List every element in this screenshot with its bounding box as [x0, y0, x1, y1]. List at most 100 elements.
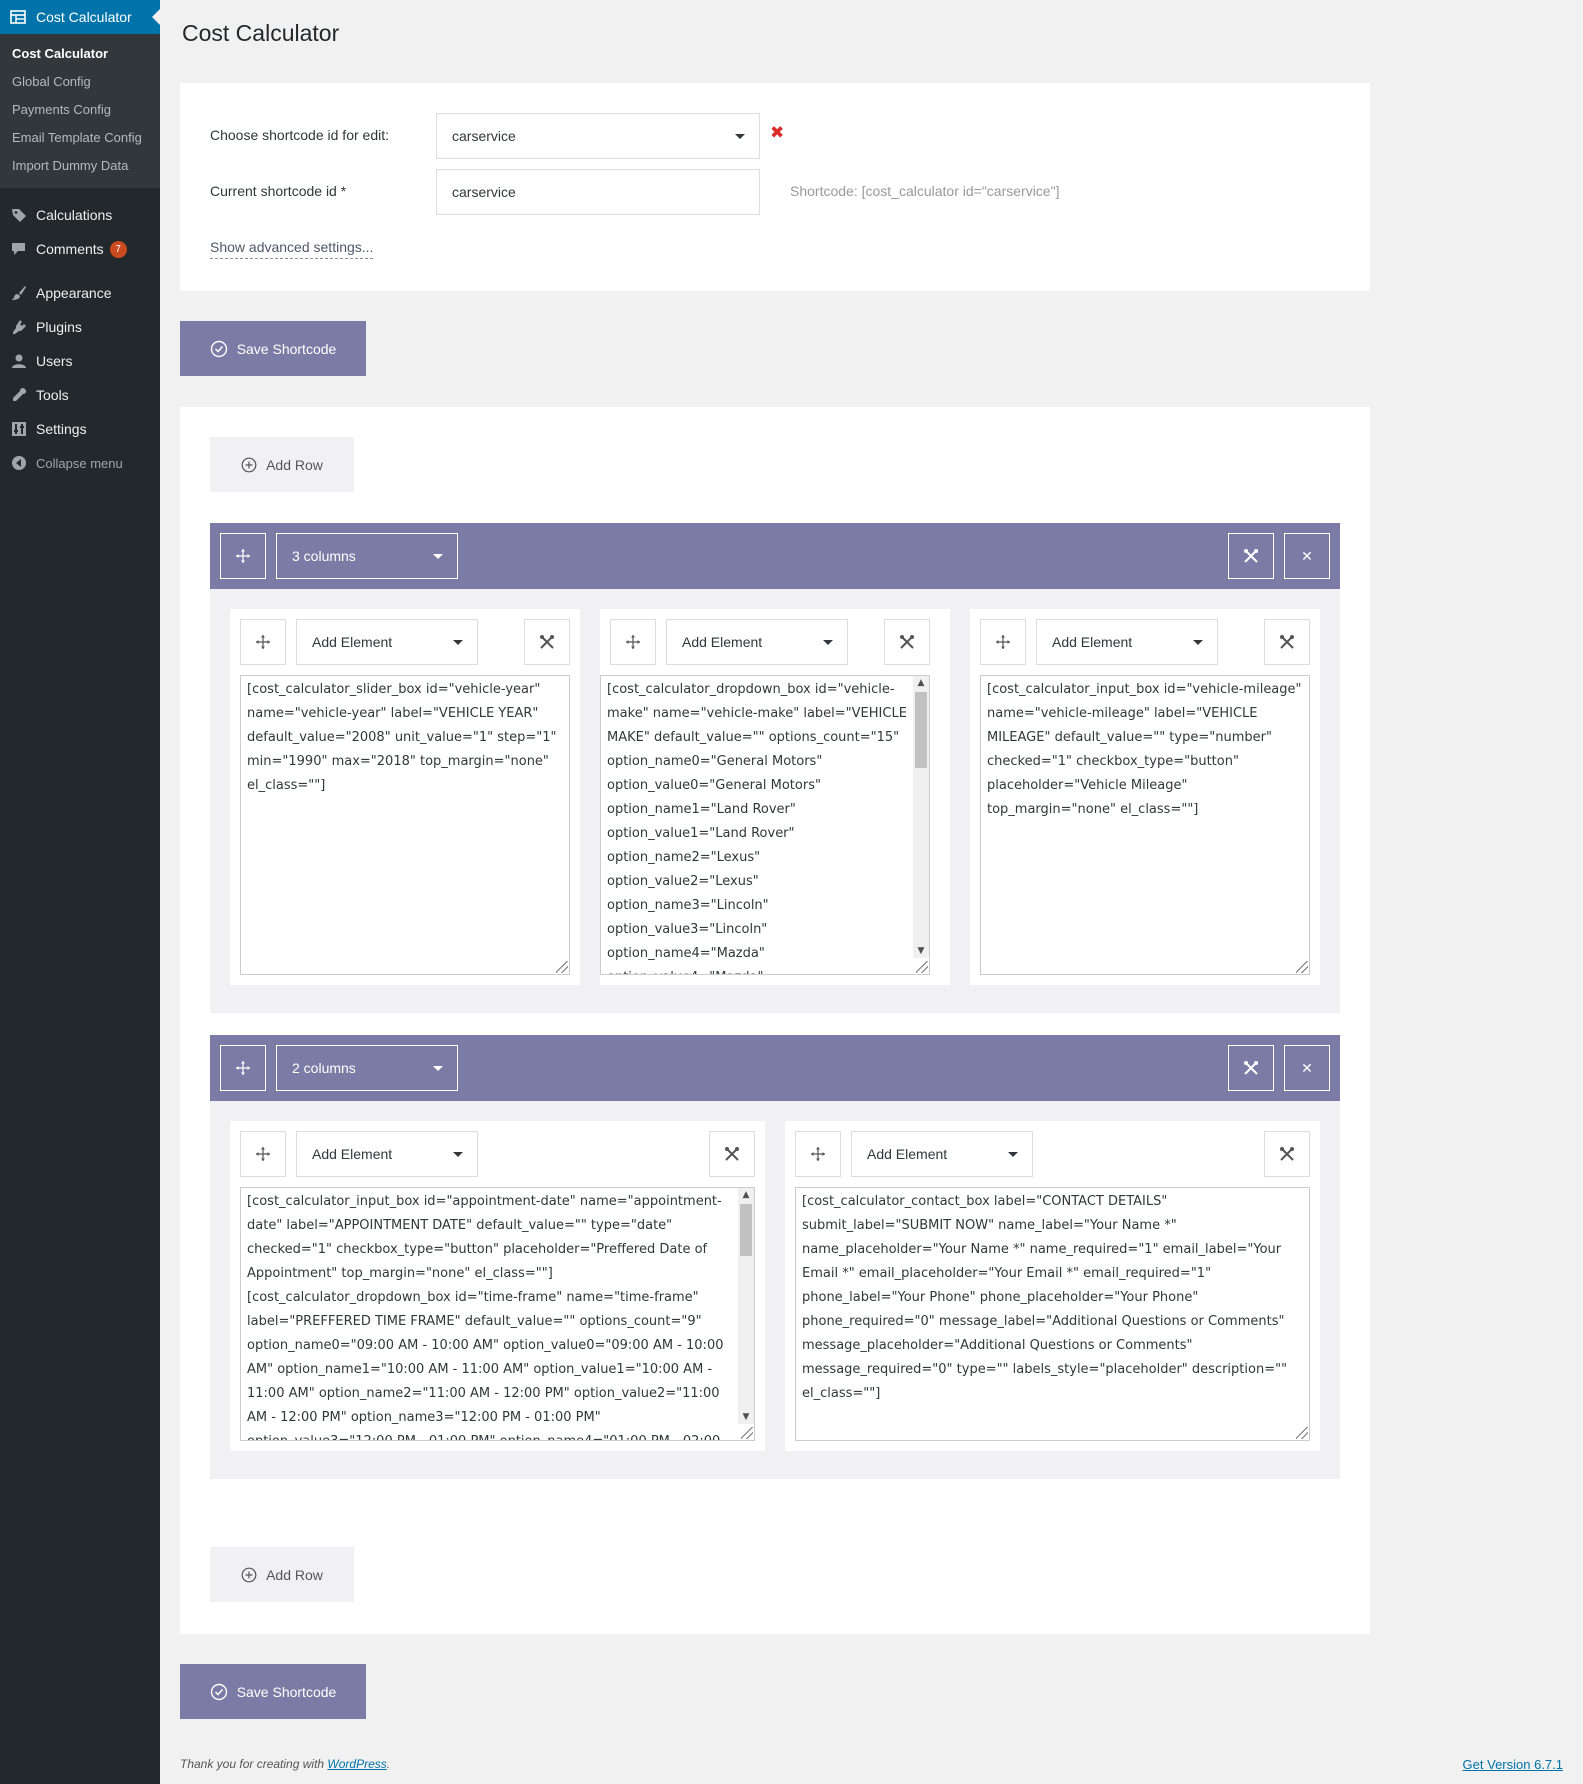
column-settings-icon[interactable]: [709, 1131, 755, 1177]
wrench-icon: [10, 386, 28, 404]
move-icon[interactable]: [980, 619, 1026, 665]
comment-icon: [10, 240, 28, 258]
settings-sliders-icon: [10, 420, 28, 438]
resize-handle[interactable]: [556, 961, 568, 973]
add-element-select[interactable]: Add Element: [296, 1131, 478, 1177]
show-advanced-settings-link[interactable]: Show advanced settings...: [210, 239, 374, 259]
add-element-select[interactable]: Add Element: [851, 1131, 1033, 1177]
row-1-toolbar: 3 columns ✕: [210, 523, 1340, 589]
table-icon: [9, 8, 27, 26]
row-2-move-icon[interactable]: [220, 1045, 266, 1091]
shortcode-textarea[interactable]: [cost_calculator_dropdown_box id="vehicl…: [600, 675, 930, 975]
add-row-button-bottom[interactable]: Add Row: [210, 1547, 354, 1602]
shortcode-textarea[interactable]: [cost_calculator_slider_box id="vehicle-…: [240, 675, 570, 975]
chevron-down-icon: [453, 640, 463, 645]
add-element-select[interactable]: Add Element: [1036, 619, 1218, 665]
wordpress-link[interactable]: WordPress: [327, 1757, 386, 1771]
chevron-down-icon: [1193, 640, 1203, 645]
chevron-down-icon: [735, 134, 745, 139]
check-circle-icon: [210, 340, 228, 358]
resize-handle[interactable]: [741, 1427, 753, 1439]
row-2-settings-icon[interactable]: [1228, 1045, 1274, 1091]
column-settings-icon[interactable]: [524, 619, 570, 665]
shortcode-textarea[interactable]: [cost_calculator_input_box id="appointme…: [240, 1187, 755, 1441]
main-content: Cost Calculator Choose shortcode id for …: [160, 0, 1583, 1784]
column-settings-icon[interactable]: [1264, 1131, 1310, 1177]
row-1-columns-select[interactable]: 3 columns: [276, 533, 458, 579]
brush-icon: [10, 284, 28, 302]
chevron-down-icon: [433, 554, 443, 559]
row-1-body: Add Element [cost_calculator_slider_box …: [210, 589, 1340, 1013]
sidebar-item-calculations[interactable]: Calculations: [0, 198, 160, 232]
row-2-body: Add Element [cost_calculator_input_box i…: [210, 1101, 1340, 1479]
shortcode-id-select[interactable]: carservice: [436, 113, 760, 159]
move-icon[interactable]: [240, 1131, 286, 1177]
chevron-down-icon: [823, 640, 833, 645]
get-version-link[interactable]: Get Version 6.7.1: [1463, 1757, 1563, 1772]
sidebar-item-plugins[interactable]: Plugins: [0, 310, 160, 344]
submenu-import-dummy-data[interactable]: Import Dummy Data: [0, 152, 160, 180]
sidebar-submenu: Cost Calculator Global Config Payments C…: [0, 34, 160, 188]
plus-circle-icon: [241, 457, 257, 473]
shortcode-textarea[interactable]: [cost_calculator_contact_box label="CONT…: [795, 1187, 1310, 1441]
sidebar-item-users[interactable]: Users: [0, 344, 160, 378]
sidebar-item-comments[interactable]: Comments 7: [0, 232, 160, 266]
resize-handle[interactable]: [1296, 1427, 1308, 1439]
plug-icon: [10, 318, 28, 336]
plus-circle-icon: [241, 1567, 257, 1583]
row-1-column-2: Add Element [cost_calculator_dropdown_bo…: [600, 609, 950, 985]
add-element-select[interactable]: Add Element: [666, 619, 848, 665]
submenu-global-config[interactable]: Global Config: [0, 68, 160, 96]
sidebar-collapse-menu[interactable]: Collapse menu: [0, 446, 160, 480]
vertical-scrollbar[interactable]: ▲ ▼: [913, 676, 929, 958]
choose-shortcode-label: Choose shortcode id for edit:: [210, 127, 389, 143]
row-2-columns-select[interactable]: 2 columns: [276, 1045, 458, 1091]
chevron-down-icon: [433, 1066, 443, 1071]
chevron-down-icon: [1008, 1152, 1018, 1157]
footer-thanks: Thank you for creating with WordPress.: [180, 1757, 391, 1771]
submenu-cost-calculator[interactable]: Cost Calculator: [0, 40, 160, 68]
builder-panel: Add Row 3 columns ✕ Add Element [cost_ca…: [180, 407, 1370, 1634]
current-shortcode-input[interactable]: carservice: [436, 169, 760, 215]
comments-count-badge: 7: [109, 240, 127, 258]
move-icon[interactable]: [795, 1131, 841, 1177]
add-element-select[interactable]: Add Element: [296, 619, 478, 665]
add-row-button-top[interactable]: Add Row: [210, 437, 354, 492]
resize-handle[interactable]: [916, 961, 928, 973]
move-icon[interactable]: [610, 619, 656, 665]
row-2-column-2: Add Element [cost_calculator_contact_box…: [785, 1121, 1320, 1451]
current-shortcode-label: Current shortcode id *: [210, 183, 347, 199]
shortcode-textarea[interactable]: [cost_calculator_input_box id="vehicle-m…: [980, 675, 1310, 975]
sidebar-item-tools[interactable]: Tools: [0, 378, 160, 412]
move-icon[interactable]: [240, 619, 286, 665]
row-2-toolbar: 2 columns ✕: [210, 1035, 1340, 1101]
sidebar-top-label: Cost Calculator: [36, 9, 132, 25]
check-circle-icon: [210, 1683, 228, 1701]
sidebar-menu: Calculations Comments 7 Appearance Plugi…: [0, 188, 160, 480]
save-shortcode-button[interactable]: Save Shortcode: [180, 321, 366, 376]
page-title: Cost Calculator: [182, 20, 340, 46]
submenu-email-template-config[interactable]: Email Template Config: [0, 124, 160, 152]
delete-shortcode-icon[interactable]: ✖: [770, 123, 784, 143]
row-2-column-1: Add Element [cost_calculator_input_box i…: [230, 1121, 765, 1451]
collapse-arrow-icon: [10, 454, 28, 472]
row-1-column-1: Add Element [cost_calculator_slider_box …: [230, 609, 580, 985]
row-1-close-icon[interactable]: ✕: [1284, 533, 1330, 579]
tag-icon: [10, 206, 28, 224]
submenu-payments-config[interactable]: Payments Config: [0, 96, 160, 124]
column-settings-icon[interactable]: [884, 619, 930, 665]
row-1-move-icon[interactable]: [220, 533, 266, 579]
sidebar-item-appearance[interactable]: Appearance: [0, 276, 160, 310]
resize-handle[interactable]: [1296, 961, 1308, 973]
sidebar-item-settings[interactable]: Settings: [0, 412, 160, 446]
row-2-close-icon[interactable]: ✕: [1284, 1045, 1330, 1091]
shortcode-hint: Shortcode: [cost_calculator id="carservi…: [790, 183, 1060, 199]
user-icon: [10, 352, 28, 370]
sidebar-item-cost-calculator[interactable]: Cost Calculator: [0, 0, 160, 34]
chevron-down-icon: [453, 1152, 463, 1157]
save-shortcode-button-bottom[interactable]: Save Shortcode: [180, 1664, 366, 1719]
row-1-settings-icon[interactable]: [1228, 533, 1274, 579]
vertical-scrollbar[interactable]: ▲ ▼: [738, 1188, 754, 1424]
config-panel: Choose shortcode id for edit: carservice…: [180, 83, 1370, 291]
column-settings-icon[interactable]: [1264, 619, 1310, 665]
